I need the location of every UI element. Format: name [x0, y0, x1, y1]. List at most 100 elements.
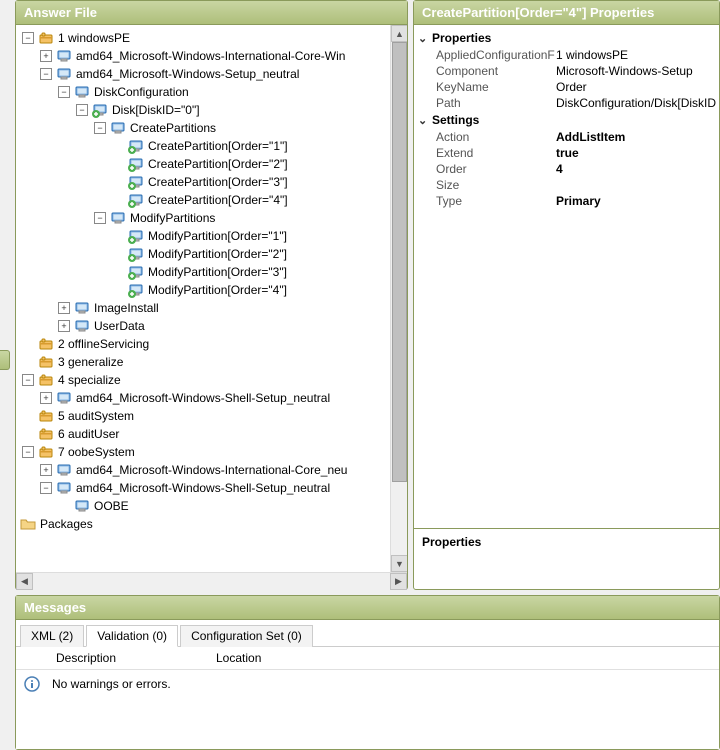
tree-label: 5 auditSystem	[58, 407, 134, 425]
tree-windowsPE[interactable]: − 1 windowsPE	[20, 29, 407, 47]
messages-panel: Messages XML (2) Validation (0) Configur…	[15, 595, 720, 750]
expand-icon[interactable]: +	[40, 50, 52, 62]
tree-label: OOBE	[94, 497, 129, 515]
tree-label: 7 oobeSystem	[58, 443, 135, 461]
tree-label: Packages	[40, 515, 93, 533]
component-icon	[56, 390, 72, 406]
prop-row-size[interactable]: Size	[414, 177, 719, 193]
tree-label: amd64_Microsoft-Windows-International-Co…	[76, 47, 345, 65]
tree-cp4[interactable]: CreatePartition[Order="4"]	[110, 191, 407, 209]
tree-modify-partitions[interactable]: − ModifyPartitions	[92, 209, 407, 227]
tree-disk0[interactable]: −Disk[DiskID="0"]	[74, 101, 407, 119]
prop-row-type[interactable]: TypePrimary	[414, 193, 719, 209]
tree-shell-setup2[interactable]: −amd64_Microsoft-Windows-Shell-Setup_neu…	[38, 479, 407, 497]
component-add-icon	[128, 156, 144, 172]
scroll-thumb[interactable]	[392, 42, 407, 482]
component-add-icon	[128, 246, 144, 262]
tree-offline[interactable]: 2 offlineServicing	[20, 335, 407, 353]
tree-oobe-system[interactable]: − 7 oobeSystem	[20, 443, 407, 461]
tree-user-data[interactable]: +UserData	[56, 317, 407, 335]
tree-label: CreatePartitions	[130, 119, 216, 137]
tree-label: amd64_Microsoft-Windows-International-Co…	[76, 461, 347, 479]
chevron-down-icon: ⌄	[418, 32, 432, 45]
pass-icon	[38, 444, 54, 460]
component-icon	[74, 300, 90, 316]
tree-disk-config[interactable]: −DiskConfiguration	[56, 83, 407, 101]
collapse-icon[interactable]: −	[58, 86, 70, 98]
tree-label: ModifyPartition[Order="4"]	[148, 281, 287, 299]
tab-configuration-set[interactable]: Configuration Set (0)	[180, 625, 313, 647]
collapse-icon[interactable]: −	[22, 32, 34, 44]
pass-icon	[38, 30, 54, 46]
tree-create-partitions[interactable]: − CreatePartitions	[92, 119, 407, 137]
tree-label: 3 generalize	[58, 353, 123, 371]
tree-label: CreatePartition[Order="2"]	[148, 155, 288, 173]
component-icon	[110, 120, 126, 136]
expand-icon[interactable]: +	[58, 320, 70, 332]
collapse-icon[interactable]: −	[94, 122, 106, 134]
tab-validation[interactable]: Validation (0)	[86, 625, 178, 647]
tree-packages[interactable]: Packages	[16, 515, 407, 533]
tree-image-install[interactable]: +ImageInstall	[56, 299, 407, 317]
expand-icon[interactable]: +	[40, 464, 52, 476]
component-add-icon	[128, 192, 144, 208]
tree-mp4[interactable]: ModifyPartition[Order="4"]	[110, 281, 407, 299]
tree-audit-user[interactable]: 6 auditUser	[20, 425, 407, 443]
tree-intl-core[interactable]: + amd64_Microsoft-Windows-International-C…	[38, 47, 407, 65]
collapse-icon[interactable]: −	[22, 446, 34, 458]
tree-mp3[interactable]: ModifyPartition[Order="3"]	[110, 263, 407, 281]
side-stub	[0, 350, 10, 370]
horizontal-scrollbar[interactable]: ◀ ▶	[16, 572, 407, 589]
tree-label: 4 specialize	[58, 371, 121, 389]
component-add-icon	[128, 264, 144, 280]
component-icon	[56, 462, 72, 478]
settings-section[interactable]: ⌄Settings	[414, 111, 719, 129]
tree-cp2[interactable]: CreatePartition[Order="2"]	[110, 155, 407, 173]
component-icon	[74, 84, 90, 100]
component-icon	[56, 66, 72, 82]
prop-row-keyname[interactable]: KeyNameOrder	[414, 79, 719, 95]
scroll-down-button[interactable]: ▼	[391, 555, 407, 572]
scroll-track[interactable]	[33, 573, 390, 590]
collapse-icon[interactable]: −	[22, 374, 34, 386]
prop-row-path[interactable]: PathDiskConfiguration/Disk[DiskID	[414, 95, 719, 111]
col-description: Description	[56, 651, 216, 665]
prop-row-applied[interactable]: AppliedConfigurationF1 windowsPE	[414, 47, 719, 63]
pass-icon	[38, 372, 54, 388]
tree-generalize[interactable]: 3 generalize	[20, 353, 407, 371]
tab-xml[interactable]: XML (2)	[20, 625, 84, 647]
collapse-icon[interactable]: −	[94, 212, 106, 224]
pass-icon	[38, 426, 54, 442]
prop-row-action[interactable]: ActionAddListItem	[414, 129, 719, 145]
tree-shell-setup[interactable]: +amd64_Microsoft-Windows-Shell-Setup_neu…	[38, 389, 407, 407]
collapse-icon[interactable]: −	[40, 68, 52, 80]
prop-row-component[interactable]: ComponentMicrosoft-Windows-Setup	[414, 63, 719, 79]
tree-mp2[interactable]: ModifyPartition[Order="2"]	[110, 245, 407, 263]
prop-row-extend[interactable]: Extendtrue	[414, 145, 719, 161]
prop-row-order[interactable]: Order4	[414, 161, 719, 177]
expand-icon[interactable]: +	[58, 302, 70, 314]
tree-container: − 1 windowsPE + amd64_Microsoft-Windows-I…	[16, 25, 407, 572]
tree-oobe[interactable]: OOBE	[56, 497, 407, 515]
expand-icon[interactable]: +	[40, 392, 52, 404]
vertical-scrollbar[interactable]: ▲ ▼	[390, 25, 407, 572]
collapse-icon[interactable]: −	[40, 482, 52, 494]
tree-cp1[interactable]: CreatePartition[Order="1"]	[110, 137, 407, 155]
scroll-up-button[interactable]: ▲	[391, 25, 407, 42]
scroll-left-button[interactable]: ◀	[16, 573, 33, 590]
tree-setup-neutral[interactable]: −amd64_Microsoft-Windows-Setup_neutral	[38, 65, 407, 83]
message-row: No warnings or errors.	[16, 670, 719, 698]
scroll-right-button[interactable]: ▶	[390, 573, 407, 590]
component-icon	[74, 318, 90, 334]
tree-label: 2 offlineServicing	[58, 335, 149, 353]
tree-mp1[interactable]: ModifyPartition[Order="1"]	[110, 227, 407, 245]
tree-label: ModifyPartition[Order="1"]	[148, 227, 287, 245]
component-icon	[110, 210, 126, 226]
tree-cp3[interactable]: CreatePartition[Order="3"]	[110, 173, 407, 191]
tree-specialize[interactable]: − 4 specialize	[20, 371, 407, 389]
properties-section[interactable]: ⌄Properties	[414, 29, 719, 47]
tree-intl-core2[interactable]: + amd64_Microsoft-Windows-International-C…	[38, 461, 407, 479]
tree-label: ModifyPartitions	[130, 209, 215, 227]
collapse-icon[interactable]: −	[76, 104, 88, 116]
tree-audit-system[interactable]: 5 auditSystem	[20, 407, 407, 425]
